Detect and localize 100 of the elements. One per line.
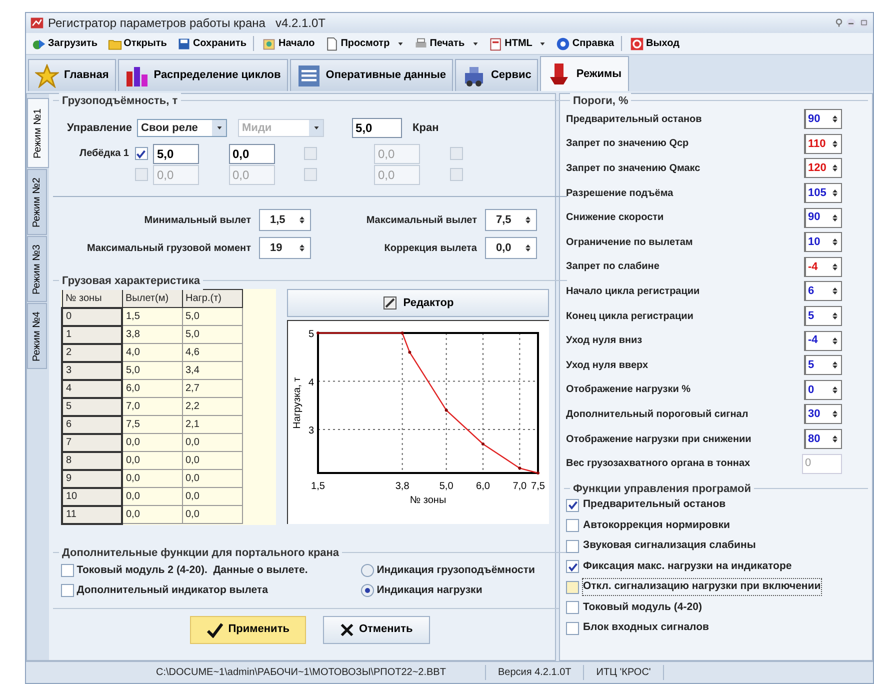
group-title: Грузоподъёмность, т (59, 93, 181, 110)
spin-field[interactable]: 19 (259, 237, 311, 259)
group-title: Грузовая характеристика (59, 273, 203, 290)
checkbox[interactable] (61, 564, 74, 578)
axis-title: № зоны (410, 494, 446, 506)
toolbar-button[interactable]: HTML (486, 36, 548, 51)
side-tab[interactable]: Режим №1 (27, 98, 49, 168)
input-field[interactable]: 5,0 (352, 118, 402, 138)
checkbox[interactable] (566, 601, 579, 614)
spin-field[interactable]: 110 (804, 134, 842, 154)
spin-field[interactable]: 30 (804, 404, 842, 424)
check-icon (568, 500, 578, 510)
table-cell: 2,1 (182, 416, 242, 434)
field-label: Управление (67, 120, 132, 136)
toolbar-button[interactable]: Начало (260, 36, 317, 51)
input-field[interactable]: 0,0 (228, 144, 274, 164)
action-button[interactable]: Применить (190, 616, 306, 644)
table-cell: 0,0 (122, 470, 182, 488)
field-label: Разрешение подъёма (566, 186, 674, 201)
spin-field[interactable]: 80 (804, 429, 842, 450)
spin-field[interactable]: 7,5 (485, 209, 537, 231)
checkbox[interactable] (566, 519, 579, 532)
checkbox[interactable] (61, 584, 74, 598)
checkbox[interactable] (566, 622, 579, 635)
check-icon (136, 148, 146, 158)
tab[interactable]: Распределение циклов (118, 59, 288, 91)
check-icon (207, 622, 224, 638)
axis-title: Нагрузка, т (292, 376, 303, 429)
dropdown[interactable]: Свои реле (137, 119, 228, 137)
option-label: Индикация грузоподъёмности (376, 563, 535, 578)
spin-field[interactable]: -4 (804, 256, 842, 277)
table-cell: 0,0 (122, 506, 182, 524)
table-cell: 0,0 (122, 452, 182, 470)
radio-button[interactable] (361, 584, 374, 598)
side-tab[interactable]: Режим №4 (27, 303, 47, 369)
caret-icon (216, 125, 223, 131)
power-icon (630, 36, 644, 50)
field-label: Запрет по значению Qмакс (566, 162, 700, 176)
side-tab[interactable]: Режим №3 (27, 236, 47, 302)
tick-label: 4 (308, 377, 314, 388)
field-label: Дополнительный пороговый сигнал (566, 408, 748, 422)
checkbox[interactable] (566, 498, 579, 512)
tick-label: 7,0 (512, 480, 527, 492)
spin-field[interactable]: -4 (804, 330, 842, 351)
radio-button[interactable] (361, 564, 374, 578)
maximize-icon (859, 17, 869, 29)
input-field[interactable]: 5,0 (153, 144, 199, 164)
checkbox[interactable] (566, 580, 579, 594)
option-label: Фиксация макс. нагрузки на индикаторе (583, 558, 792, 574)
toolbar-button[interactable]: Печать (412, 36, 481, 51)
spin-field[interactable]: 120 (804, 158, 842, 178)
toolbar-button[interactable]: Открыть (106, 36, 169, 51)
window-title: Регистратор параметров работы крана v4.2.1.0T (48, 15, 326, 32)
option-label: Блок входных сигналов (583, 620, 709, 636)
tick-label: 3,8 (395, 480, 410, 492)
spin-field[interactable]: 90 (804, 109, 842, 130)
tick-label: 7,5 (531, 480, 545, 492)
spin-field[interactable]: 1,5 (259, 209, 311, 231)
tab[interactable]: Оперативные данные (290, 59, 453, 91)
spin-field[interactable]: 105 (804, 183, 842, 204)
tab[interactable]: Главная (28, 59, 116, 91)
caret-icon (312, 125, 320, 131)
toolbar-button[interactable]: Просмотр (322, 36, 406, 51)
option-label: Откл. сигнализацию нагрузки при включении (583, 579, 821, 596)
picture-icon (262, 36, 276, 50)
tick-label: 6,0 (476, 480, 490, 492)
checkbox[interactable] (134, 147, 148, 160)
table-cell: 2,2 (182, 398, 242, 416)
checkbox[interactable] (566, 540, 579, 553)
toolbar-button[interactable]: Выход (628, 36, 682, 51)
tab[interactable]: Сервис (454, 59, 538, 91)
table-cell: 2,7 (182, 380, 242, 398)
spin-field[interactable]: 0 (804, 380, 842, 400)
toolbar-button[interactable]: Справка (554, 36, 622, 51)
table-cell: 0,0 (122, 488, 182, 506)
action-button[interactable]: Отменить (322, 616, 430, 644)
field-label: Максимальный грузовой момент (86, 242, 251, 256)
table-cell: 0,0 (182, 470, 242, 488)
column-header: № зоны (62, 290, 122, 308)
side-tab[interactable]: Режим №2 (27, 169, 47, 235)
tab[interactable]: Режимы (540, 56, 629, 91)
table-cell: 0 (62, 308, 122, 326)
edit-icon (382, 295, 398, 311)
star-icon (35, 64, 59, 88)
spin-field[interactable]: 5 (804, 355, 842, 376)
checkbox[interactable] (566, 560, 579, 574)
spin-field[interactable]: 6 (804, 281, 842, 302)
caret-icon (472, 40, 479, 46)
spin-field[interactable]: 10 (804, 232, 842, 252)
option-label: Предварительный останов (583, 497, 726, 512)
spin-field[interactable]: 90 (804, 208, 842, 228)
spin-field[interactable]: 0,0 (485, 237, 537, 259)
toolbar-button[interactable]: Загрузить (30, 36, 100, 51)
spin-field[interactable]: 5 (804, 306, 842, 326)
toolbar-button[interactable]: Сохранить (174, 36, 254, 51)
field-label: Вес грузозахватного органа в тоннах (566, 457, 750, 472)
document-icon (324, 36, 339, 50)
editor-button[interactable]: Редактор (287, 289, 549, 317)
group-title: Функции управления програмой (570, 480, 754, 498)
option-label: Автокоррекция нормировки (583, 518, 730, 533)
